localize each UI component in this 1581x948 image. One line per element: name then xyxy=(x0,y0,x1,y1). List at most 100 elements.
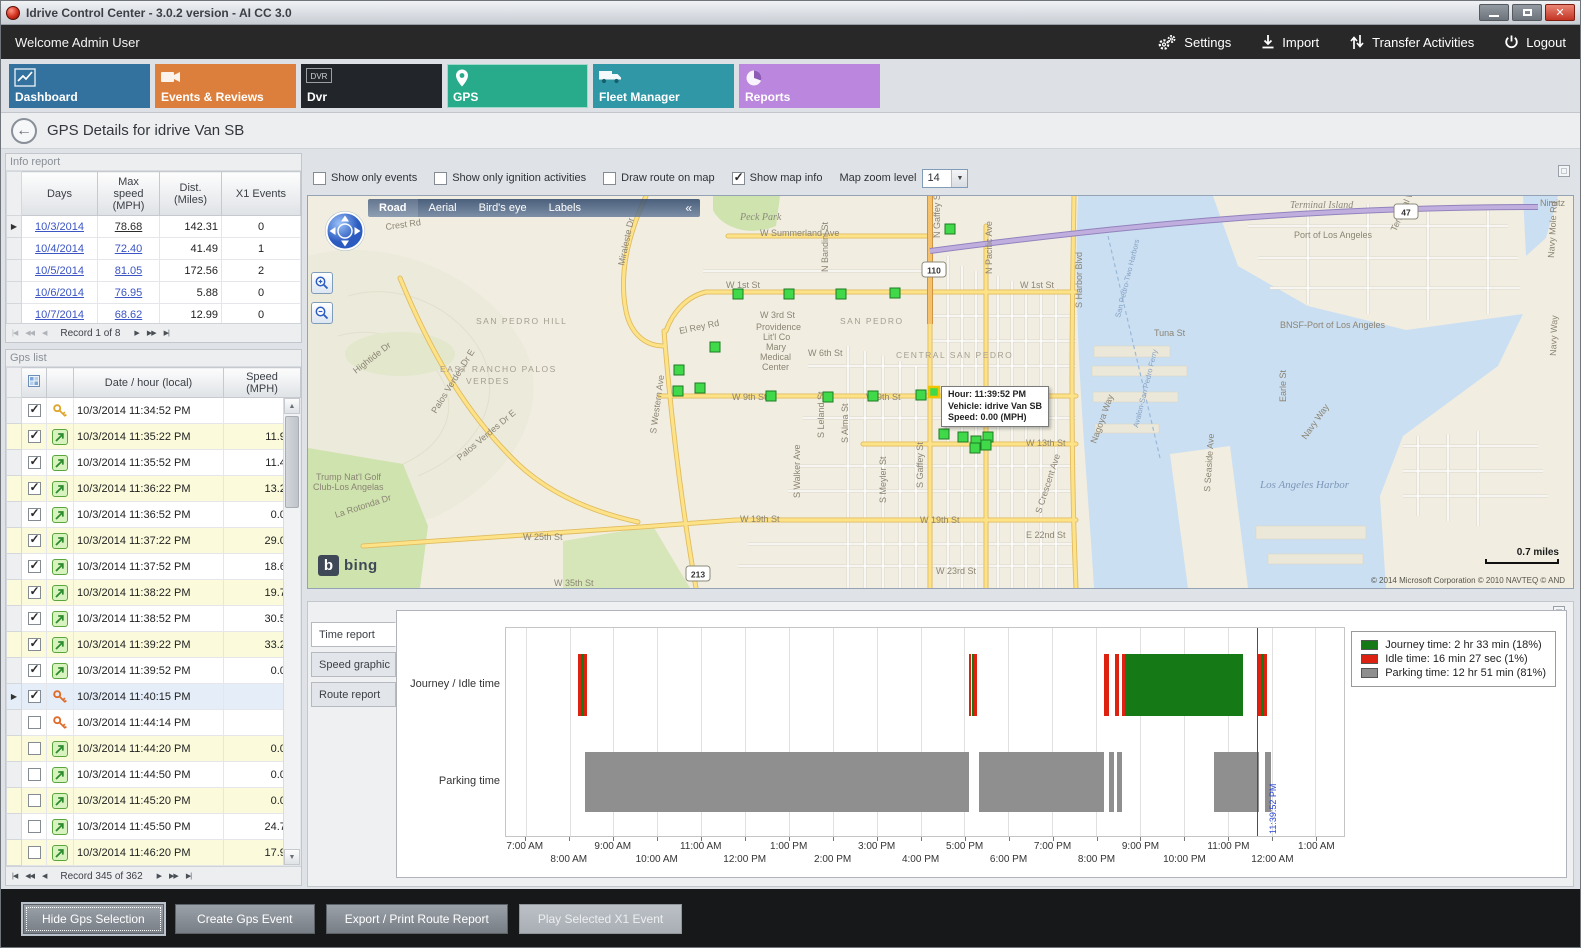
idle-bar[interactable] xyxy=(1104,654,1109,716)
tab-reports[interactable]: Reports xyxy=(739,64,880,108)
tab-events-reviews[interactable]: Events & Reviews xyxy=(155,64,296,108)
map-view-aerial[interactable]: Aerial xyxy=(418,202,468,214)
max-speed-link[interactable]: 81.05 xyxy=(115,265,143,277)
map-panel[interactable]: Peck ParkCrest RdW Summerland AveMirales… xyxy=(307,195,1574,589)
minimize-button[interactable] xyxy=(1479,4,1509,21)
gps-list-row[interactable]: 10/3/2014 11:44:20 PM0.00 xyxy=(7,736,301,762)
show-map-info-checkbox[interactable] xyxy=(732,172,745,185)
scroll-thumb[interactable] xyxy=(285,416,299,508)
parking-bar[interactable] xyxy=(1214,752,1260,812)
day-link[interactable]: 10/3/2014 xyxy=(35,221,84,233)
gps-marker[interactable] xyxy=(784,289,794,299)
pager-prev-2[interactable]: ◀ xyxy=(40,872,48,880)
pager-prev-0[interactable]: |◀ xyxy=(10,872,19,880)
speed-col-header[interactable]: Speed(MPH) xyxy=(224,368,301,398)
map-view-labels[interactable]: Labels xyxy=(538,202,592,214)
gps-marker[interactable] xyxy=(823,392,833,402)
day-link[interactable]: 10/5/2014 xyxy=(35,265,84,277)
gps-list-row[interactable]: 10/3/2014 11:39:22 PM33.21 xyxy=(7,632,301,658)
gps-marker[interactable] xyxy=(766,391,776,401)
row-checkbox[interactable] xyxy=(28,508,41,521)
day-link[interactable]: 10/7/2014 xyxy=(35,309,84,321)
parking-bar[interactable] xyxy=(979,752,1104,812)
info-report-row[interactable]: 10/5/201481.05172.562 xyxy=(7,260,301,282)
close-button[interactable]: ✕ xyxy=(1545,4,1575,21)
row-checkbox[interactable] xyxy=(28,664,41,677)
max-speed-link[interactable]: 78.68 xyxy=(115,221,143,233)
row-checkbox[interactable] xyxy=(28,430,41,443)
row-checkbox[interactable] xyxy=(28,534,41,547)
import-button[interactable]: Import xyxy=(1261,34,1319,50)
settings-button[interactable]: Settings xyxy=(1157,34,1231,51)
map-zoom-out-button[interactable] xyxy=(311,302,333,324)
tab-fleet-manager[interactable]: Fleet Manager xyxy=(593,64,734,108)
parking-bar[interactable] xyxy=(585,752,969,812)
expand-map-button[interactable] xyxy=(1558,165,1570,177)
gps-marker[interactable] xyxy=(733,289,743,299)
map-zoom-select[interactable]: 14 ▼ xyxy=(922,169,968,188)
gps-marker[interactable] xyxy=(890,288,900,298)
scroll-up-button[interactable]: ▲ xyxy=(284,398,300,414)
gps-list-row[interactable]: 10/3/2014 11:39:52 PM0.00 xyxy=(7,658,301,684)
option-show-only-events[interactable]: Show only events xyxy=(313,172,417,185)
pager-prev-1[interactable]: ◀◀ xyxy=(23,329,36,337)
row-checkbox[interactable] xyxy=(28,846,41,859)
idle-bar[interactable] xyxy=(974,654,977,716)
idle-bar[interactable] xyxy=(1264,654,1268,716)
info-report-row[interactable]: 10/4/201472.4041.491 xyxy=(7,238,301,260)
tab-dvr[interactable]: DVRDvr xyxy=(301,64,442,108)
row-checkbox[interactable] xyxy=(28,482,41,495)
gps-list-scrollbar[interactable]: ▲ ▼ xyxy=(283,398,300,865)
row-checkbox[interactable] xyxy=(28,768,41,781)
pager-next-1[interactable]: ▶▶ xyxy=(167,872,180,880)
idle-bar[interactable] xyxy=(584,654,587,716)
gps-marker[interactable] xyxy=(916,390,926,400)
info-report-row[interactable]: 10/6/201476.955.880 xyxy=(7,282,301,304)
logout-button[interactable]: Logout xyxy=(1504,34,1566,50)
row-checkbox[interactable] xyxy=(28,560,41,573)
gps-list-row[interactable]: 10/3/2014 11:38:22 PM19.70 xyxy=(7,580,301,606)
gps-list-row[interactable]: 10/3/2014 11:37:22 PM29.05 xyxy=(7,528,301,554)
row-checkbox[interactable] xyxy=(28,586,41,599)
gps-list-row[interactable]: ▶10/3/2014 11:40:15 PM xyxy=(7,684,301,710)
map-compass-control[interactable] xyxy=(323,209,367,253)
gps-marker[interactable] xyxy=(710,342,720,352)
date-col-header[interactable]: Date / hour (local) xyxy=(74,368,224,398)
row-checkbox[interactable] xyxy=(28,404,41,417)
parking-bar[interactable] xyxy=(1117,752,1122,812)
idle-bar[interactable] xyxy=(1115,654,1119,716)
pager-prev-0[interactable]: |◀ xyxy=(10,329,19,337)
journey-bar[interactable] xyxy=(1125,654,1243,716)
info-report-row[interactable]: ▶10/3/201478.68142.310 xyxy=(7,216,301,238)
gps-marker[interactable] xyxy=(695,383,705,393)
max-speed-link[interactable]: 72.40 xyxy=(115,243,143,255)
pager-next-2[interactable]: ▶| xyxy=(162,329,171,337)
pager-next-0[interactable]: ▶ xyxy=(132,329,140,337)
draw-route-on-map-checkbox[interactable] xyxy=(603,172,616,185)
gps-marker[interactable] xyxy=(939,429,949,439)
option-show-map-info[interactable]: Show map info xyxy=(732,172,823,185)
play-selected-x1-event-button[interactable]: Play Selected X1 Event xyxy=(519,904,682,934)
info-col-header-0[interactable]: Days xyxy=(22,172,98,216)
gps-marker[interactable] xyxy=(673,386,683,396)
create-gps-event-button[interactable]: Create Gps Event xyxy=(175,904,315,934)
option-draw-route-on-map[interactable]: Draw route on map xyxy=(603,172,715,185)
row-checkbox[interactable] xyxy=(28,612,41,625)
info-col-header-1[interactable]: Maxspeed(MPH) xyxy=(98,172,160,216)
map-zoom-in-button[interactable] xyxy=(311,272,333,294)
gps-list-row[interactable]: 10/3/2014 11:46:20 PM17.93 xyxy=(7,840,301,866)
map-strip-collapse-button[interactable]: « xyxy=(677,201,700,215)
hide-gps-selection-button[interactable]: Hide Gps Selection xyxy=(23,904,164,934)
row-checkbox[interactable] xyxy=(28,820,41,833)
row-checkbox[interactable] xyxy=(28,638,41,651)
info-col-header-3[interactable]: X1 Events xyxy=(222,172,301,216)
gps-marker[interactable] xyxy=(970,443,980,453)
maximize-button[interactable] xyxy=(1512,4,1542,21)
max-speed-link[interactable]: 68.62 xyxy=(115,309,143,321)
pager-next-2[interactable]: ▶| xyxy=(184,872,193,880)
gps-marker[interactable] xyxy=(674,365,684,375)
export-print-route-report-button[interactable]: Export / Print Route Report xyxy=(326,904,508,934)
row-checkbox[interactable] xyxy=(28,794,41,807)
gps-list-row[interactable]: 10/3/2014 11:36:52 PM0.00 xyxy=(7,502,301,528)
gps-marker[interactable] xyxy=(981,440,991,450)
